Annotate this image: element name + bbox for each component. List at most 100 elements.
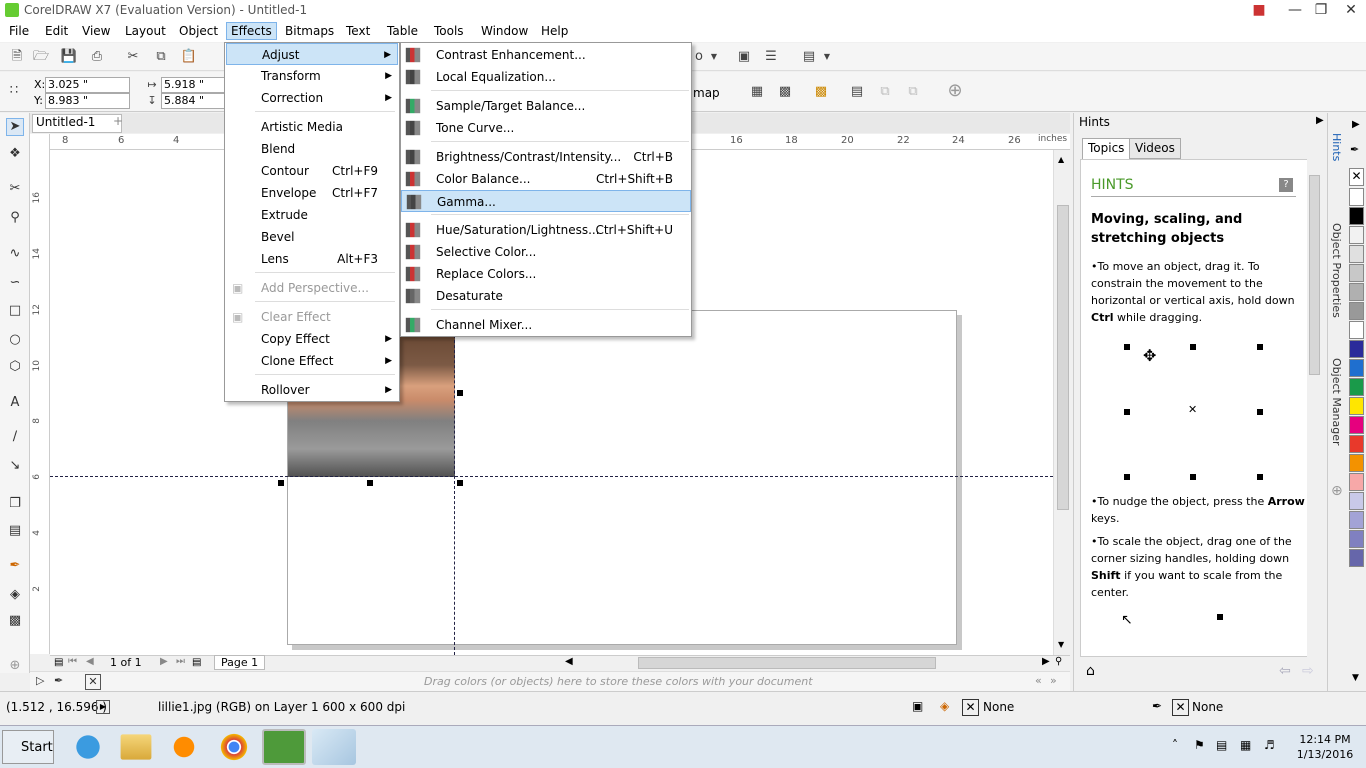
file-explorer-icon[interactable] [120,734,152,760]
no-fill-swatch-icon[interactable]: ✕ [1349,168,1364,186]
document-palette[interactable]: ▷ ✒ ✕ Drag colors (or objects) here to s… [30,671,1070,691]
media-player-icon[interactable] [162,729,206,765]
full-screen-preview-icon[interactable]: ▣ [735,48,753,66]
palette-up-icon[interactable]: ▶ [1352,119,1360,130]
y-position-field[interactable]: 8.983 " [45,93,130,109]
menu-window[interactable]: Window [477,23,532,39]
scroll-down-icon[interactable]: ▼ [1058,640,1064,649]
effects-menu-item-bevel[interactable]: Bevel [226,226,398,248]
color-swatch[interactable] [1349,283,1364,301]
transparency-tool-icon[interactable]: ▤ [6,523,24,541]
scroll-right-icon[interactable]: ▶ [1042,656,1050,667]
save-icon[interactable]: 💾 [60,48,78,66]
launcher-icon[interactable]: ▤ [800,48,818,66]
open-icon[interactable]: 🗁 [32,48,50,66]
height-field[interactable]: 5.884 " [161,93,226,109]
effects-menu-item-correction[interactable]: Correction ▶ [226,87,398,109]
effects-menu-item-transform[interactable]: Transform ▶ [226,65,398,87]
adjust-menu-item-selective-color[interactable]: Selective Color... [401,241,691,263]
trace-bitmap-label[interactable]: map [693,86,720,100]
scroll-left-icon[interactable]: ◀ [565,656,573,667]
artistic-media-tool-icon[interactable]: ∽ [6,275,24,293]
tab-object-manager[interactable]: Object Manager [1330,358,1343,446]
polygon-tool-icon[interactable]: ⬡ [6,359,24,377]
palette-eyedropper-icon[interactable]: ✒ [1350,143,1359,156]
restore-button[interactable]: ❐ [1306,0,1336,21]
adjust-menu-item-gamma[interactable]: Gamma... [401,190,691,212]
no-color-swatch-icon[interactable]: ✕ [85,674,101,690]
color-swatch[interactable] [1349,302,1364,320]
color-swatch[interactable] [1349,264,1364,282]
print-icon[interactable]: ⎙ [88,48,106,66]
hints-scrollbar[interactable] [1307,159,1322,657]
zoom-tool-icon[interactable]: ⚲ [6,210,24,228]
ellipse-tool-icon[interactable]: ○ [6,332,24,350]
effects-menu-item-clone-effect[interactable]: Clone Effect ▶ [226,350,398,372]
show-rulers-icon[interactable]: ☰ [762,48,780,66]
previous-page-icon[interactable]: ◀ [86,656,94,667]
effects-menu-item-lens[interactable]: Lens Alt+F3 [226,248,398,270]
color-swatch[interactable] [1349,321,1364,339]
vertical-guideline[interactable] [454,330,455,655]
chrome-icon[interactable] [212,729,256,765]
adjust-menu-item-color-balance[interactable]: Color Balance... Ctrl+Shift+B [401,168,691,190]
tab-topics[interactable]: Topics [1082,138,1131,159]
crop-tool-icon[interactable]: ✂ [6,181,24,199]
clock[interactable]: 12:14 PM 1/13/2016 [1290,732,1360,762]
adjust-menu-item-tone-curve[interactable]: Tone Curve... [401,117,691,139]
canvas-vertical-scrollbar[interactable]: ▲ ▼ [1053,150,1071,655]
object-origin-icon[interactable]: ∷ [5,82,23,100]
drop-shadow-tool-icon[interactable]: ❐ [6,496,24,514]
tab-object-properties[interactable]: Object Properties [1330,223,1343,318]
color-swatch[interactable] [1349,492,1364,510]
color-swatch[interactable] [1349,549,1364,567]
eyedropper-tool-icon[interactable]: ✒ [6,558,24,576]
forward-icon[interactable]: ⇨ [1302,663,1314,679]
selection-handle[interactable] [457,390,463,396]
pick-tool-icon[interactable]: ➤ [6,118,24,136]
launcher-dropdown-icon[interactable]: ▼ [818,48,836,66]
color-swatch[interactable] [1349,454,1364,472]
palette-menu-icon[interactable]: ▷ [36,674,44,687]
rectangle-tool-icon[interactable]: □ [6,303,24,321]
add-docker-icon[interactable]: ⊕ [1331,483,1343,499]
menu-file[interactable]: File [5,23,33,39]
copy-icon[interactable]: ⧉ [152,48,170,66]
color-swatch[interactable] [1349,207,1364,225]
tab-untitled-1[interactable]: Untitled-1 [32,114,122,133]
effects-menu-item-contour[interactable]: Contour Ctrl+F9 [226,160,398,182]
adjust-menu-item-channel-mixer[interactable]: Channel Mixer... [401,314,691,336]
paste-icon[interactable]: 📋 [180,48,198,66]
wrap-text-icon[interactable]: ▤ [848,83,866,101]
color-swatch[interactable] [1349,378,1364,396]
coreldraw-task-icon[interactable] [262,729,306,765]
color-swatch[interactable] [1349,511,1364,529]
effects-menu-item-envelope[interactable]: Envelope Ctrl+F7 [226,182,398,204]
menu-effects[interactable]: Effects [226,22,277,40]
palette-scroll-left-icon[interactable]: « [1035,674,1042,687]
flag-icon[interactable]: ⚑ [1194,738,1205,752]
connector-tool-icon[interactable]: ↘ [6,458,24,476]
effects-menu-item-rollover[interactable]: Rollover ▶ [226,379,398,401]
color-swatch[interactable] [1349,416,1364,434]
width-field[interactable]: 5.918 " [161,77,226,93]
docker-expand-icon[interactable]: ▶ [1316,115,1324,126]
hints-scroll-thumb[interactable] [1309,175,1320,375]
color-swatch[interactable] [1349,435,1364,453]
color-swatch[interactable] [1349,188,1364,206]
add-page-before-icon[interactable]: ▤ [54,657,63,668]
network-icon[interactable]: ▦ [1240,738,1251,752]
menu-layout[interactable]: Layout [121,23,170,39]
adjust-menu-item-desaturate[interactable]: Desaturate [401,285,691,307]
color-swatch[interactable] [1349,530,1364,548]
selection-handle[interactable] [278,480,284,486]
start-button[interactable]: Start [2,730,54,764]
effects-menu-item-extrude[interactable]: Extrude [226,204,398,226]
palette-down-icon[interactable]: ▼ [1352,673,1359,683]
zoom-navigator-icon[interactable]: ⚲ [1055,656,1062,667]
new-tab-icon[interactable]: + [110,114,126,132]
color-swatch[interactable] [1349,473,1364,491]
color-proof-icon[interactable]: ▣ [912,699,923,713]
internet-explorer-icon[interactable] [66,729,110,765]
status-menu-icon[interactable]: ▶ [96,700,110,714]
